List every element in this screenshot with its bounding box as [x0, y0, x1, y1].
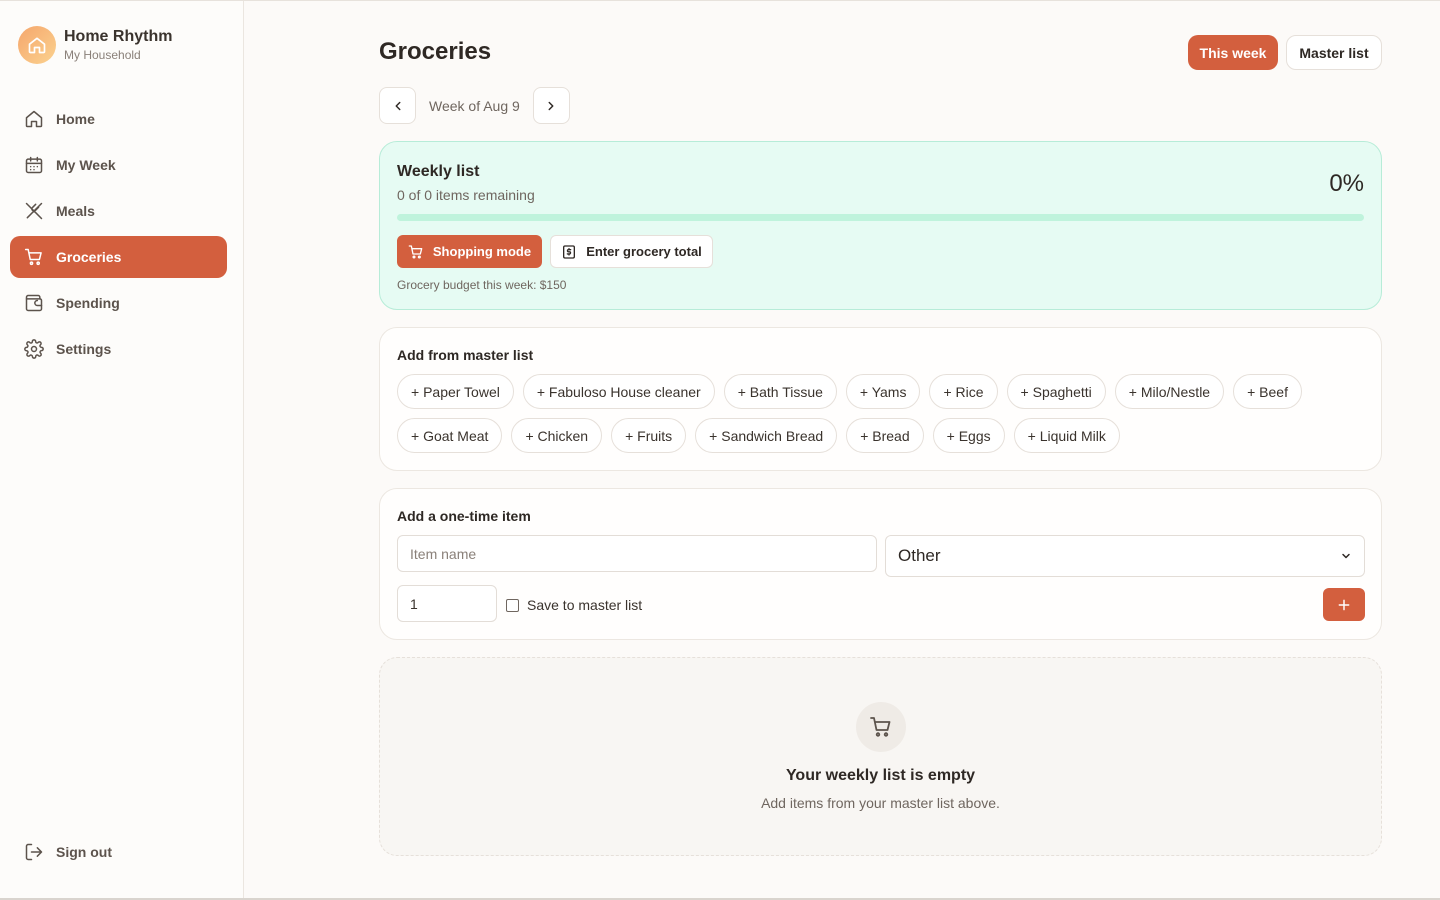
master-item-chip[interactable]: + Goat Meat [397, 418, 503, 453]
master-list-tab[interactable]: Master list [1286, 35, 1382, 70]
items-remaining: 0 of 0 items remaining [397, 187, 535, 203]
sidebar: Home Rhythm My Household Home My Week Me… [0, 1, 244, 898]
brand-name: Home Rhythm [64, 28, 173, 45]
gear-icon [23, 338, 45, 360]
save-to-master-checkbox[interactable] [506, 598, 519, 612]
master-item-chip[interactable]: + Beef [1233, 374, 1302, 409]
sidebar-item-my-week[interactable]: My Week [10, 144, 227, 186]
household-name: My Household [64, 48, 141, 62]
master-item-chip[interactable]: + Sandwich Bread [695, 418, 838, 453]
one-time-item-card: Add a one-time item Item name Other 1 Sa… [379, 488, 1382, 640]
sidebar-item-label: Groceries [56, 249, 122, 265]
cart-icon [408, 244, 424, 260]
sidebar-item-spending[interactable]: Spending [10, 282, 227, 324]
previous-week-button[interactable] [379, 87, 416, 124]
receipt-dollar-icon [561, 244, 577, 260]
empty-state-card: Your weekly list is empty Add items from… [379, 657, 1382, 856]
sign-out-icon [23, 841, 45, 863]
save-to-master-row: Save to master list [506, 597, 642, 613]
master-item-chip[interactable]: + Liquid Milk [1013, 418, 1120, 453]
master-item-chip[interactable]: + Chicken [511, 418, 603, 453]
sidebar-item-groceries[interactable]: Groceries [10, 236, 227, 278]
master-item-chip[interactable]: + Yams [845, 374, 921, 409]
utensils-icon [23, 200, 45, 222]
empty-state-title: Your weekly list is empty [785, 767, 976, 784]
chevron-down-icon [1340, 550, 1352, 562]
sidebar-item-settings[interactable]: Settings [10, 328, 227, 370]
master-list-chips: + Paper Towel + Fabuloso House cleaner + B… [397, 374, 1357, 453]
one-time-item-heading: Add a one-time item [397, 508, 531, 524]
sidebar-item-label: Meals [56, 203, 95, 219]
progress-bar [397, 214, 1364, 221]
progress-percent: 0% [1329, 170, 1364, 197]
shopping-mode-label: Shopping mode [432, 244, 532, 259]
sidebar-item-label: My Week [56, 157, 116, 173]
sidebar-item-meals[interactable]: Meals [10, 190, 227, 232]
master-item-chip[interactable]: + Rice [929, 374, 998, 409]
weekly-list-title: Weekly list [397, 163, 480, 180]
sidebar-item-label: Settings [56, 341, 112, 357]
home-logo-icon [18, 26, 56, 64]
home-icon [23, 108, 45, 130]
add-item-button[interactable] [1323, 588, 1365, 621]
master-item-chip[interactable]: + Paper Towel [397, 374, 514, 409]
master-item-chip[interactable]: + Fruits [611, 418, 687, 453]
enter-grocery-total-button[interactable]: Enter grocery total [550, 235, 713, 268]
calendar-icon [23, 154, 45, 176]
brand: Home Rhythm My Household [18, 26, 172, 64]
week-label: Week of Aug 9 [429, 97, 520, 114]
next-week-button[interactable] [532, 87, 570, 124]
sign-out-button[interactable]: Sign out [10, 831, 227, 873]
empty-state-subtitle: Add items from your master list above. [761, 795, 1000, 811]
chevron-right-icon [544, 99, 558, 113]
sidebar-item-home[interactable]: Home [10, 98, 227, 140]
wallet-icon [23, 292, 45, 314]
cart-icon [856, 702, 906, 752]
master-item-chip[interactable]: + Spaghetti [1006, 374, 1106, 409]
weekly-list-card: Weekly list 0 of 0 items remaining 0% Sh… [379, 141, 1382, 310]
chevron-left-icon [391, 99, 405, 113]
item-name-input[interactable]: Item name [397, 535, 877, 572]
page-title: Groceries [379, 38, 492, 65]
master-item-chip[interactable]: + Bath Tissue [723, 374, 837, 409]
quantity-input[interactable]: 1 [397, 585, 497, 622]
master-list-card: Add from master list + Paper Towel + Fabu… [379, 327, 1382, 471]
sidebar-nav: Home My Week Meals Groceries Spending Se… [10, 98, 227, 374]
master-item-chip[interactable]: + Milo/Nestle [1114, 374, 1225, 409]
sign-out-label: Sign out [56, 844, 112, 860]
category-select-value: Other [898, 546, 941, 565]
grocery-budget: Grocery budget this week: $150 [397, 278, 567, 292]
this-week-tab[interactable]: This week [1188, 35, 1278, 70]
week-navigator: Week of Aug 9 [379, 87, 570, 124]
sidebar-item-label: Home [56, 111, 95, 127]
shopping-mode-button[interactable]: Shopping mode [397, 235, 542, 268]
master-item-chip[interactable]: + Bread [846, 418, 924, 453]
save-to-master-label: Save to master list [527, 597, 643, 613]
master-item-chip[interactable]: + Eggs [932, 418, 1005, 453]
category-select[interactable]: Other [885, 535, 1365, 577]
master-list-heading: Add from master list [397, 347, 534, 363]
master-item-chip[interactable]: + Fabuloso House cleaner [522, 374, 715, 409]
enter-grocery-total-label: Enter grocery total [586, 244, 702, 259]
sidebar-item-label: Spending [56, 295, 120, 311]
cart-icon [23, 246, 45, 268]
plus-icon [1336, 597, 1352, 613]
